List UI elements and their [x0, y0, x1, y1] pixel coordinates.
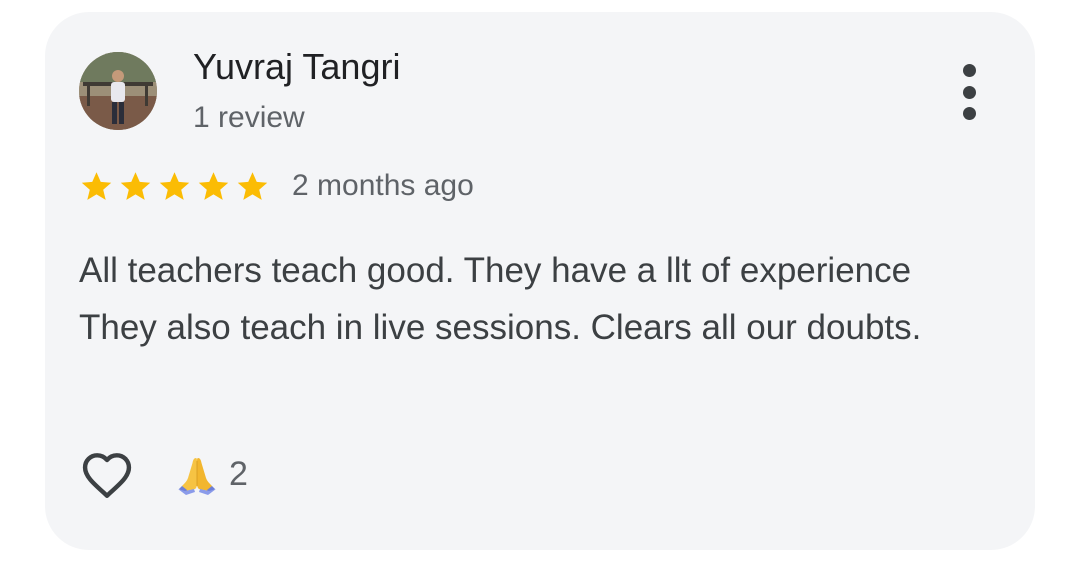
folded-hands-emoji	[178, 458, 216, 495]
star-icon	[198, 171, 229, 200]
more-vert-icon-dot	[962, 85, 976, 99]
star-rating	[79, 169, 270, 204]
review-card: Yuvraj Tangri 1 review 2 months ago All …	[45, 12, 1035, 550]
reaction-chip[interactable]: 2	[175, 452, 248, 496]
more-options-button[interactable]	[949, 64, 989, 120]
star-icon	[120, 171, 151, 200]
author-avatar[interactable]	[79, 52, 157, 130]
more-vert-icon	[962, 64, 976, 77]
author-name[interactable]: Yuvraj Tangri	[193, 46, 400, 88]
star-icon	[81, 171, 112, 200]
review-text: All teachers teach good. They have a llt…	[79, 251, 922, 347]
star-icon	[159, 171, 190, 200]
rating-row: 2 months ago	[79, 166, 474, 206]
review-date: 2 months ago	[292, 169, 474, 202]
like-button[interactable]	[79, 446, 135, 502]
reaction-count: 2	[229, 454, 248, 493]
author-review-count: 1 review	[193, 101, 305, 134]
heart-outline-icon	[82, 453, 132, 498]
more-vert-icon-dot	[962, 107, 976, 120]
review-actions: 2	[79, 444, 248, 504]
star-icon	[237, 171, 268, 200]
